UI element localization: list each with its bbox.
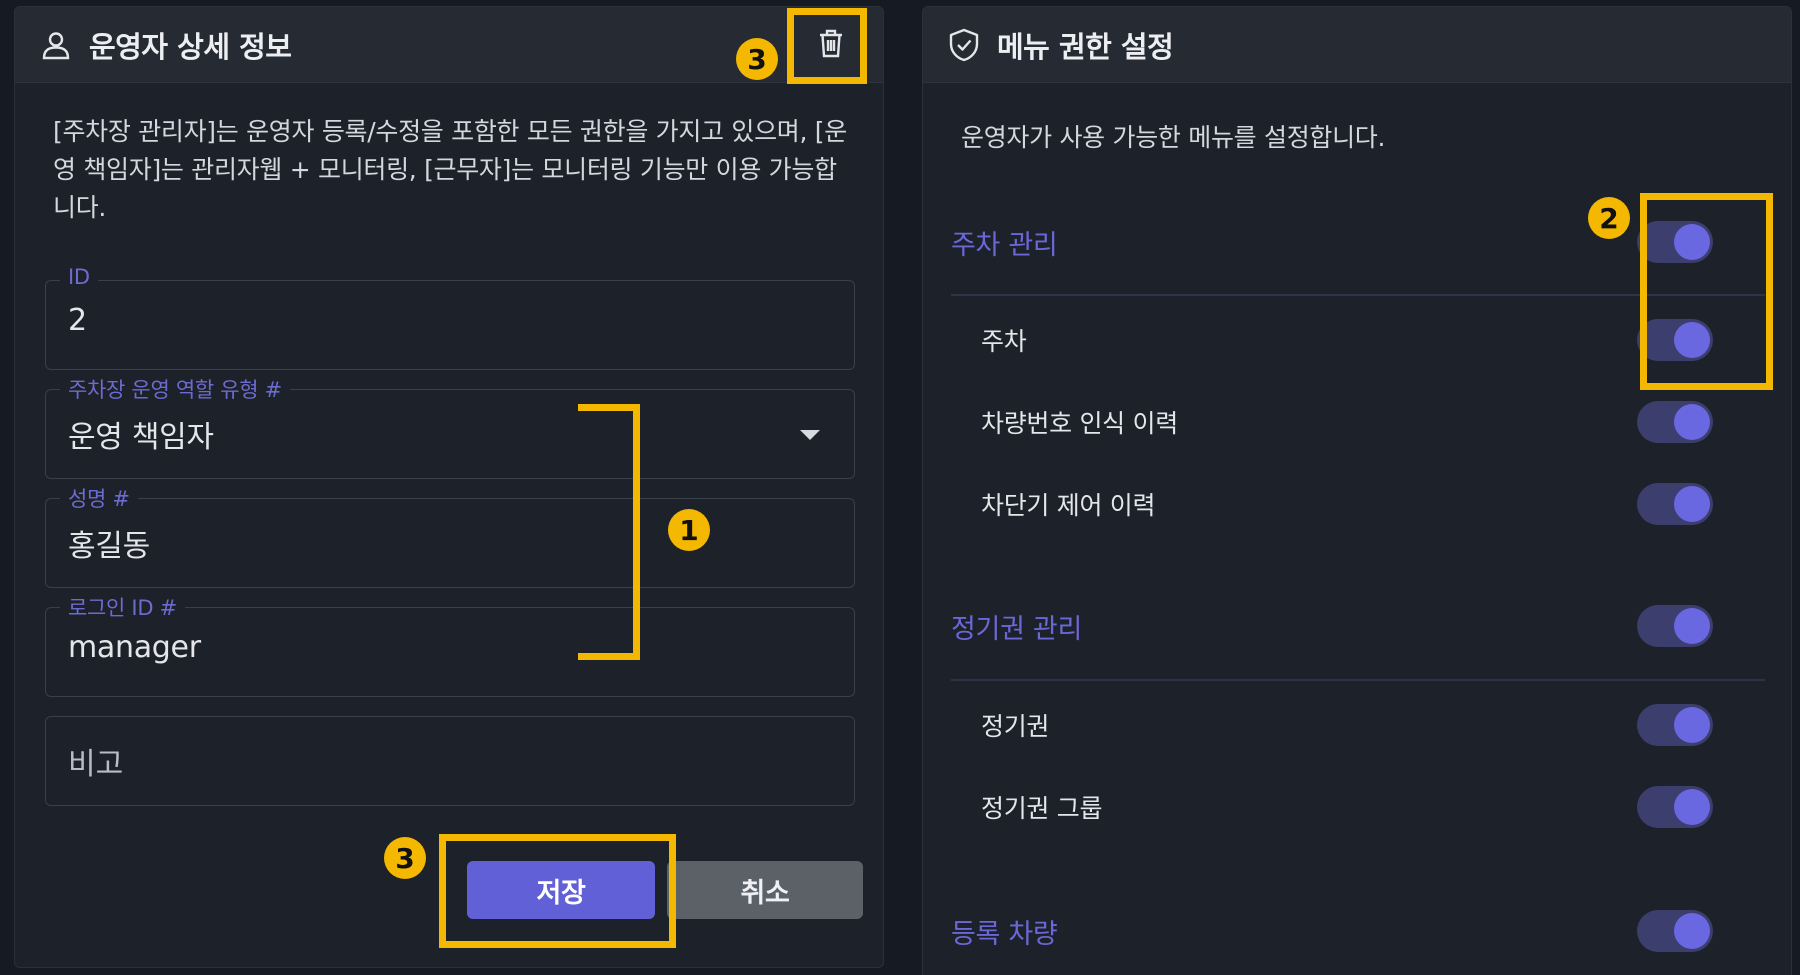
login-id-field-label: 로그인 ID # [60,592,185,622]
id-field-value: 2 [68,303,87,338]
toggle-knob [1674,913,1710,949]
menu-permission-description: 운영자가 사용 가능한 메뉴를 설정합니다. [961,123,1386,152]
menu-item-label: 정기권 그룹 [981,794,1103,823]
menu-group-label: 등록 차량 [951,918,1058,950]
toggle-knob [1674,322,1710,358]
shield-check-icon [947,28,981,62]
barrier-history-toggle[interactable] [1637,483,1713,525]
menu-permission-panel: 메뉴 권한 설정 운영자가 사용 가능한 메뉴를 설정합니다. 주차 관리 주차… [922,6,1792,975]
role-select[interactable]: 주차장 운영 역할 유형 # 운영 책임자 [45,374,855,479]
login-id-field[interactable]: 로그인 ID # manager [45,592,855,697]
toggle-knob [1674,608,1710,644]
registered-vehicle-toggle[interactable] [1637,910,1713,952]
user-icon [39,28,73,62]
cancel-button[interactable]: 취소 [667,861,863,919]
name-field-value: 홍길동 [68,529,150,564]
menu-group-label: 정기권 관리 [951,613,1082,645]
name-field[interactable]: 성명 # 홍길동 [45,483,855,588]
operator-detail-panel: 운영자 상세 정보 [주차장 관리자]는 운영자 등록/수정을 포함한 모든 권… [14,6,884,968]
annotation-badge-3-bottom: 3 [384,837,426,879]
pass-management-toggle[interactable] [1637,605,1713,647]
annotation-badge-1: 1 [668,509,710,551]
pass-group-toggle[interactable] [1637,786,1713,828]
toggle-knob [1674,486,1710,522]
toggle-knob [1674,789,1710,825]
note-field[interactable]: 비고 [45,716,855,806]
menu-item-label: 정기권 [981,712,1050,741]
annotation-badge-3-top: 3 [736,38,778,80]
plate-history-toggle[interactable] [1637,401,1713,443]
menu-permission-header: 메뉴 권한 설정 [923,7,1791,83]
menu-item-pass-group: 정기권 그룹 [951,777,1761,837]
trash-icon [818,28,844,62]
menu-item-pass: 정기권 [951,695,1761,755]
menu-group-pass-management: 정기권 관리 [951,596,1761,656]
annotation-badge-2: 2 [1588,197,1630,239]
parking-management-toggle[interactable] [1637,221,1713,263]
menu-item-parking: 주차 [951,310,1761,370]
menu-item-label: 주차 [981,327,1027,356]
operator-role-description: [주차장 관리자]는 운영자 등록/수정을 포함한 모든 권한을 가지고 있으며… [53,117,847,222]
menu-group-parking-management: 주차 관리 [951,212,1761,272]
save-button[interactable]: 저장 [467,861,655,919]
panel-title: 운영자 상세 정보 [89,29,292,64]
panel-title: 메뉴 권한 설정 [997,29,1174,64]
divider [951,679,1765,681]
divider [951,294,1765,296]
toggle-knob [1674,707,1710,743]
pass-toggle[interactable] [1637,704,1713,746]
menu-group-registered-vehicle: 등록 차량 [951,901,1761,961]
menu-item-label: 차단기 제어 이력 [981,491,1156,520]
role-select-label: 주차장 운영 역할 유형 # [60,374,290,404]
delete-button[interactable] [805,19,857,71]
note-field-placeholder: 비고 [68,747,124,782]
toggle-knob [1674,404,1710,440]
parking-toggle[interactable] [1637,319,1713,361]
menu-item-plate-history: 차량번호 인식 이력 [951,392,1761,452]
annotation-bracket-1 [578,404,640,660]
menu-item-label: 차량번호 인식 이력 [981,409,1178,438]
role-select-value: 운영 책임자 [68,420,214,455]
login-id-field-value: manager [68,630,201,665]
menu-group-label: 주차 관리 [951,229,1058,261]
id-field-label: ID [60,265,98,289]
toggle-knob [1674,224,1710,260]
name-field-label: 성명 # [60,483,138,513]
caret-down-icon[interactable] [800,430,820,440]
menu-item-barrier-history: 차단기 제어 이력 [951,474,1761,534]
id-field[interactable]: ID 2 [45,265,855,370]
